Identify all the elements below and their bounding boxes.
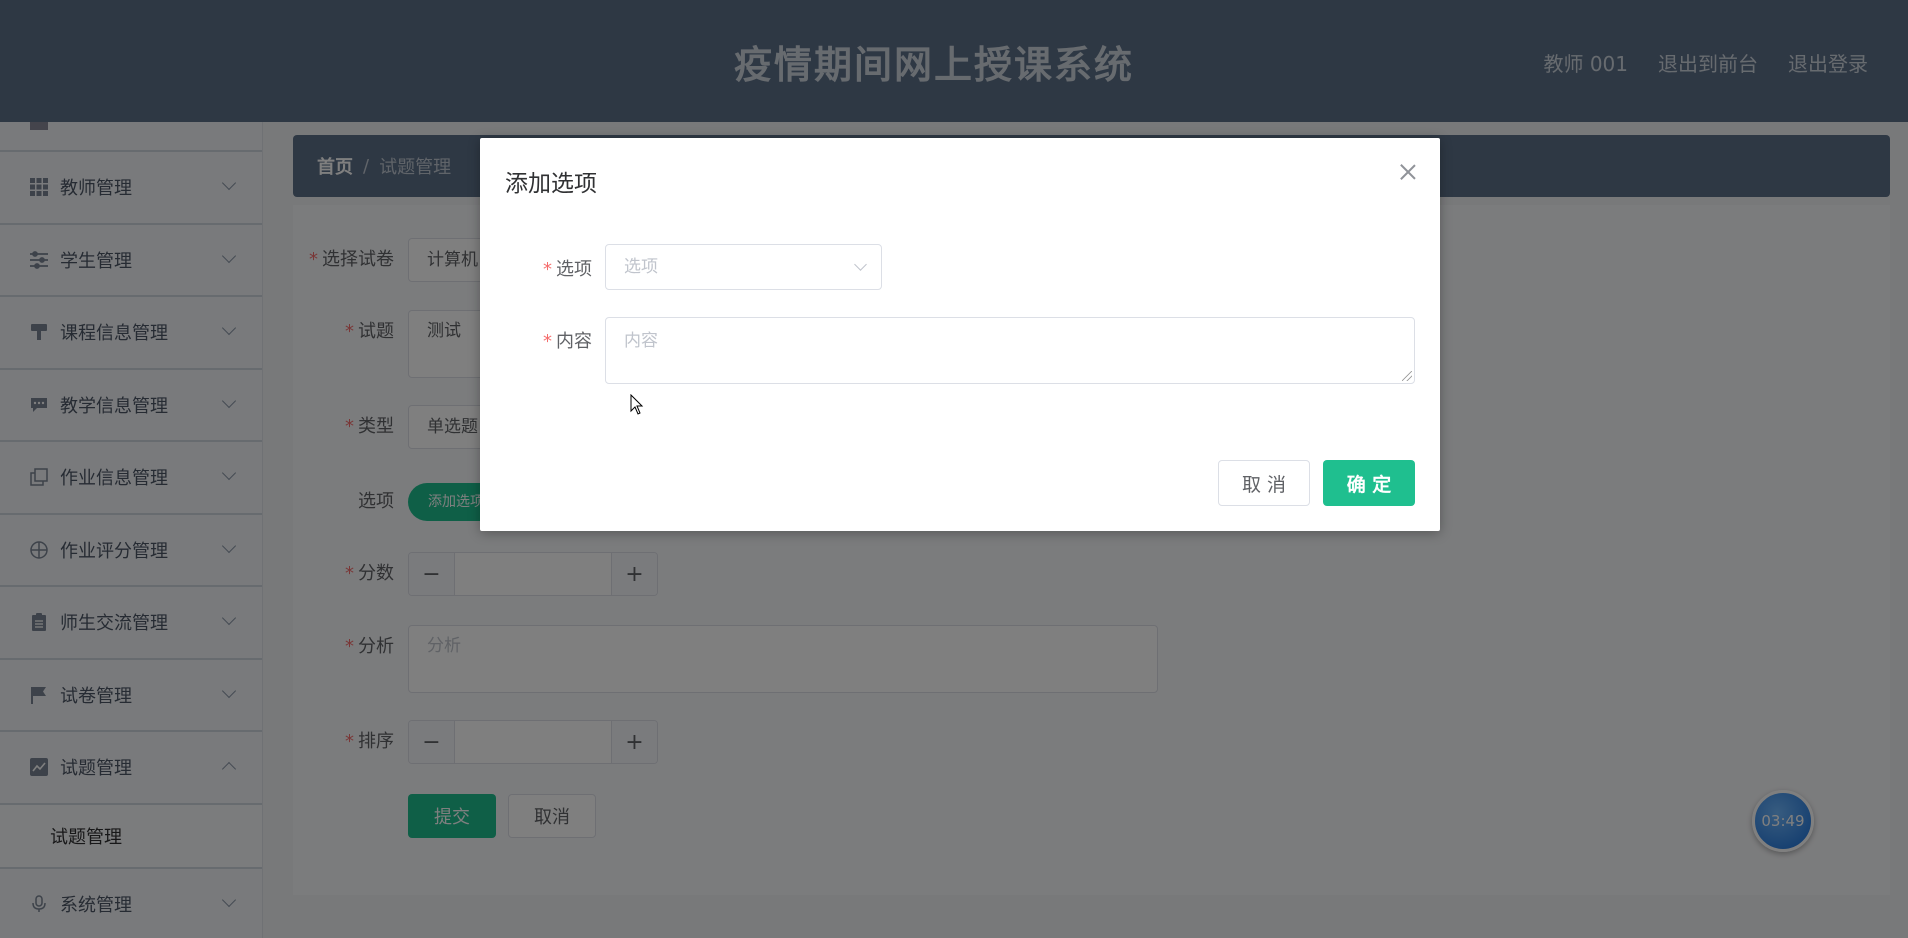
dialog-confirm-button[interactable]: 确 定 (1323, 460, 1415, 506)
close-icon[interactable] (1400, 164, 1416, 180)
dialog-cancel-button[interactable]: 取 消 (1218, 460, 1310, 506)
option-select[interactable]: 选项 (605, 244, 882, 290)
content-textarea[interactable]: 内容 (605, 317, 1415, 384)
content-label: 内容 (556, 331, 592, 352)
chevron-down-icon (854, 258, 867, 271)
option-select-placeholder: 选项 (624, 257, 658, 277)
dialog-title: 添加选项 (505, 171, 597, 197)
add-option-dialog: 添加选项 * 选项 选项 * 内容 内容 取 消 确 定 (480, 138, 1440, 531)
content-placeholder: 内容 (624, 331, 658, 351)
resize-handle-icon[interactable] (1402, 371, 1412, 381)
option-label: 选项 (556, 259, 592, 280)
